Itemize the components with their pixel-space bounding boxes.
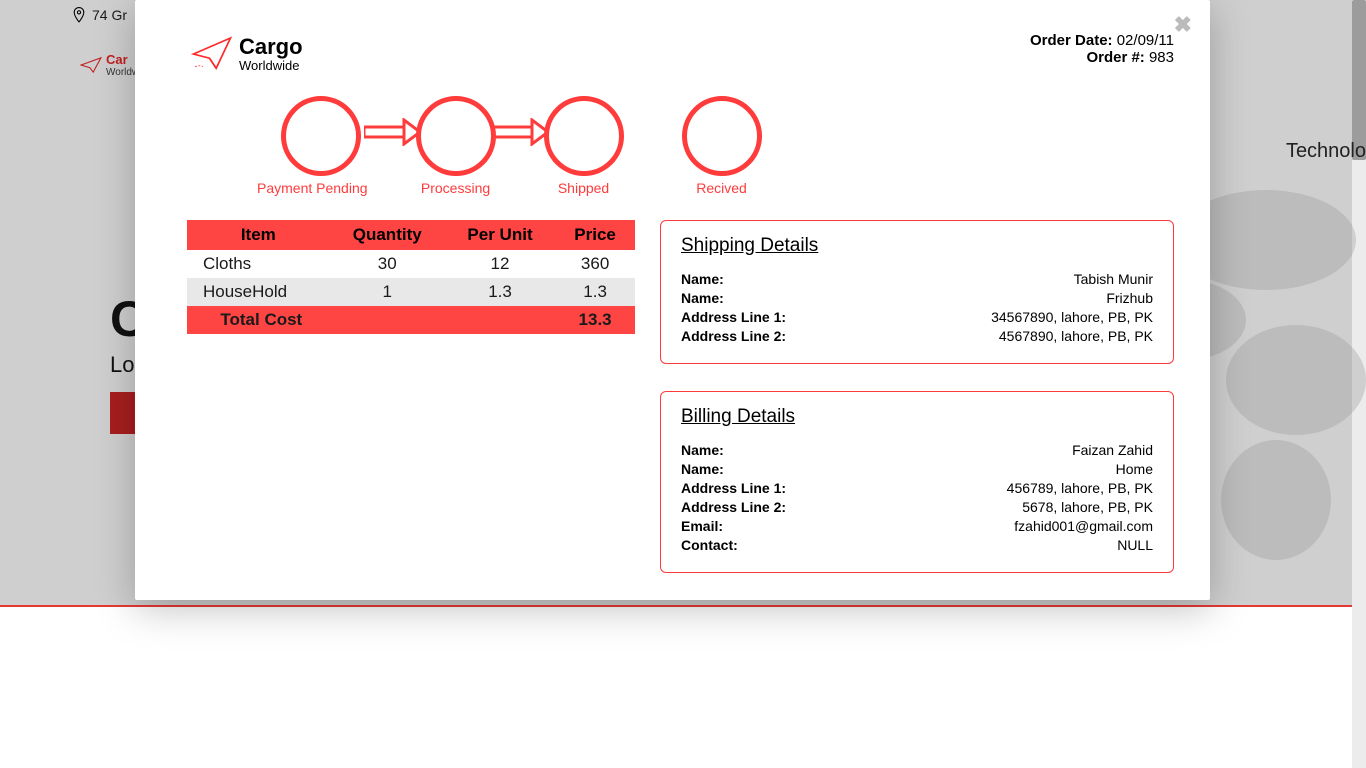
detail-row: Address Line 1:456789, lahore, PB, PK — [681, 480, 1153, 496]
status-circle-icon — [682, 96, 762, 176]
map-pin-icon — [72, 7, 86, 23]
cell-price: 1.3 — [555, 278, 635, 306]
shipping-details-card: Shipping Details Name:Tabish Munir Name:… — [660, 220, 1174, 364]
table-row: HouseHold 1 1.3 1.3 — [187, 278, 635, 306]
scrollbar-thumb[interactable] — [1352, 0, 1366, 160]
status-step-processing: Processing — [416, 96, 496, 196]
table-row: Cloths 30 12 360 — [187, 250, 635, 278]
status-circle-icon — [544, 96, 624, 176]
status-step-payment: Payment Pending — [275, 96, 368, 196]
brand-logo-small: Car Worldw — [80, 52, 139, 78]
paper-plane-icon — [191, 34, 233, 74]
order-date-label: Order Date: — [1030, 32, 1113, 49]
total-label: Total Cost — [187, 306, 330, 334]
cell-unit: 12 — [445, 250, 555, 278]
brand-name: Cargo — [239, 36, 303, 58]
status-circle-icon — [416, 96, 496, 176]
close-icon[interactable]: ✖ — [1174, 12, 1192, 38]
detail-row: Name:Tabish Munir — [681, 271, 1153, 287]
detail-row: Email:fzahid001@gmail.com — [681, 518, 1153, 534]
detail-row: Name:Home — [681, 461, 1153, 477]
cell-item: Cloths — [187, 250, 330, 278]
detail-row: Name:Frizhub — [681, 290, 1153, 306]
topbar-address: 74 Gr — [92, 7, 127, 23]
cell-qty: 1 — [330, 278, 445, 306]
status-tracker: Payment Pending Processing Shipped Reciv… — [275, 96, 762, 196]
detail-row: Address Line 1:34567890, lahore, PB, PK — [681, 309, 1153, 325]
status-label: Recived — [696, 180, 747, 196]
shipping-title: Shipping Details — [681, 235, 1153, 257]
detail-row: Name:Faizan Zahid — [681, 442, 1153, 458]
status-label: Shipped — [558, 180, 609, 196]
order-modal: ✖ Cargo Worldwide Order Date: 02/09/11 O… — [135, 0, 1210, 600]
order-date: 02/09/11 — [1117, 32, 1174, 49]
order-number: 983 — [1149, 49, 1174, 66]
status-step-shipped: Shipped — [544, 96, 624, 196]
total-value: 13.3 — [555, 306, 635, 334]
paper-plane-icon — [80, 56, 102, 74]
order-number-label: Order #: — [1086, 49, 1144, 66]
cell-unit: 1.3 — [445, 278, 555, 306]
table-header-row: Item Quantity Per Unit Price — [187, 220, 635, 250]
billing-details-card: Billing Details Name:Faizan Zahid Name:H… — [660, 391, 1174, 573]
status-label: Payment Pending — [257, 180, 368, 196]
detail-row: Contact:NULL — [681, 537, 1153, 553]
page-lower — [0, 607, 1352, 768]
detail-row: Address Line 2:4567890, lahore, PB, PK — [681, 328, 1153, 344]
status-step-received: Recived — [682, 96, 762, 196]
col-item: Item — [187, 220, 330, 250]
cell-item: HouseHold — [187, 278, 330, 306]
detail-row: Address Line 2:5678, lahore, PB, PK — [681, 499, 1153, 515]
items-table: Item Quantity Per Unit Price Cloths 30 1… — [187, 220, 635, 334]
cell-price: 360 — [555, 250, 635, 278]
col-qty: Quantity — [330, 220, 445, 250]
order-meta: Order Date: 02/09/11 Order #: 983 — [1030, 32, 1174, 66]
billing-title: Billing Details — [681, 406, 1153, 428]
cell-qty: 30 — [330, 250, 445, 278]
col-price: Price — [555, 220, 635, 250]
arrow-right-icon — [364, 118, 420, 146]
table-total-row: Total Cost 13.3 — [187, 306, 635, 334]
arrow-right-icon — [492, 118, 548, 146]
col-unit: Per Unit — [445, 220, 555, 250]
brand-sub: Worldwide — [239, 58, 303, 73]
nav-link-technology[interactable]: Technolo — [1286, 140, 1366, 163]
status-circle-icon — [281, 96, 361, 176]
brand-name: Car — [106, 52, 128, 67]
status-label: Processing — [421, 180, 490, 196]
brand-logo: Cargo Worldwide — [191, 34, 303, 74]
